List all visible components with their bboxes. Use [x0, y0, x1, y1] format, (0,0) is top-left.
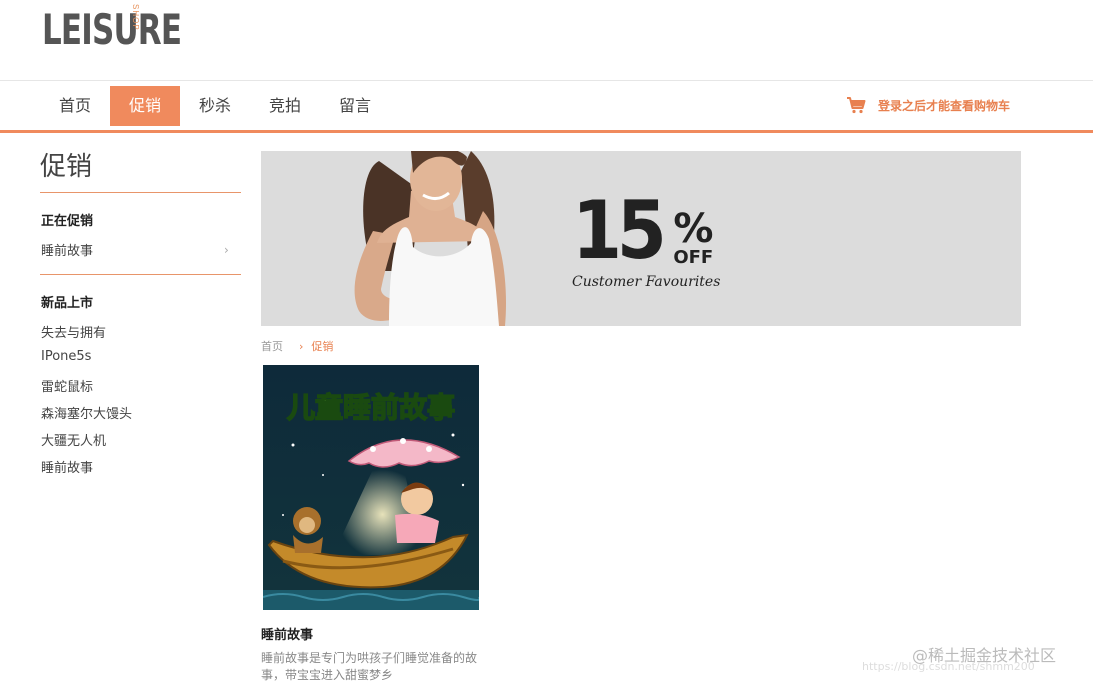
sidebar-title: 促销 [40, 152, 93, 182]
watermark-url: https://blog.csdn.net/shmm200 [862, 660, 1035, 673]
nav-accent-bar [0, 130, 1093, 133]
product-image[interactable]: 儿童睡前故事 [263, 365, 479, 610]
logo-text: LEISURE [42, 5, 182, 54]
nav-item-flash-sale[interactable]: 秒杀 [180, 86, 250, 126]
cart-icon [847, 97, 866, 114]
product-description: 睡前故事是专门为哄孩子们睡觉准备的故事，带宝宝进入甜蜜梦乡 [261, 651, 478, 682]
breadcrumb-current: 促销 [311, 340, 334, 353]
logo-subtext: SHOP [131, 4, 140, 31]
nav-item-auction[interactable]: 竞拍 [250, 86, 320, 126]
sidebar-divider [40, 274, 241, 275]
chevron-right-icon: › [224, 243, 229, 257]
site-logo[interactable]: LEISURE [42, 8, 212, 52]
sidebar-item-new[interactable]: 失去与拥有 [41, 322, 106, 341]
promo-subtitle: Customer Favourites [572, 274, 721, 290]
sidebar-heading-new-arrivals: 新品上市 [41, 296, 94, 311]
breadcrumb-home[interactable]: 首页 [261, 338, 283, 354]
main-nav: 首页 促销 秒杀 竞拍 留言 [40, 86, 390, 126]
sidebar-item-new[interactable]: 森海塞尔大馒头 [41, 403, 132, 422]
breadcrumb-separator-icon: › [299, 339, 304, 353]
sidebar-item-new[interactable]: 睡前故事 [41, 457, 93, 476]
sidebar-item-new[interactable]: 大疆无人机 [41, 430, 106, 449]
nav-item-home[interactable]: 首页 [40, 86, 110, 126]
sidebar-heading-on-sale: 正在促销 [41, 214, 94, 229]
promo-percent: % [673, 206, 714, 252]
nav-item-message[interactable]: 留言 [320, 86, 390, 126]
breadcrumb: 首页 › 促销 [261, 338, 333, 354]
sidebar-divider [40, 192, 241, 193]
sidebar-item-new[interactable]: 雷蛇鼠标 [41, 376, 93, 395]
product-cover-art: 儿童睡前故事 [263, 365, 479, 610]
nav-item-promotion[interactable]: 促销 [110, 86, 180, 126]
promo-off: OFF [673, 247, 714, 268]
header-divider [0, 80, 1093, 81]
sidebar-item-on-sale[interactable]: 睡前故事 [41, 240, 93, 259]
promo-number: 15 [572, 184, 667, 277]
cart-link[interactable]: 登录之后才能查看购物车 [846, 96, 1010, 114]
cart-login-prompt: 登录之后才能查看购物车 [878, 98, 1011, 113]
cover-title: 儿童睡前故事 [287, 391, 455, 424]
product-title[interactable]: 睡前故事 [261, 624, 313, 643]
sidebar-item-new[interactable]: IPone5s [41, 349, 91, 364]
promo-discount: 15 % OFF [572, 184, 714, 277]
